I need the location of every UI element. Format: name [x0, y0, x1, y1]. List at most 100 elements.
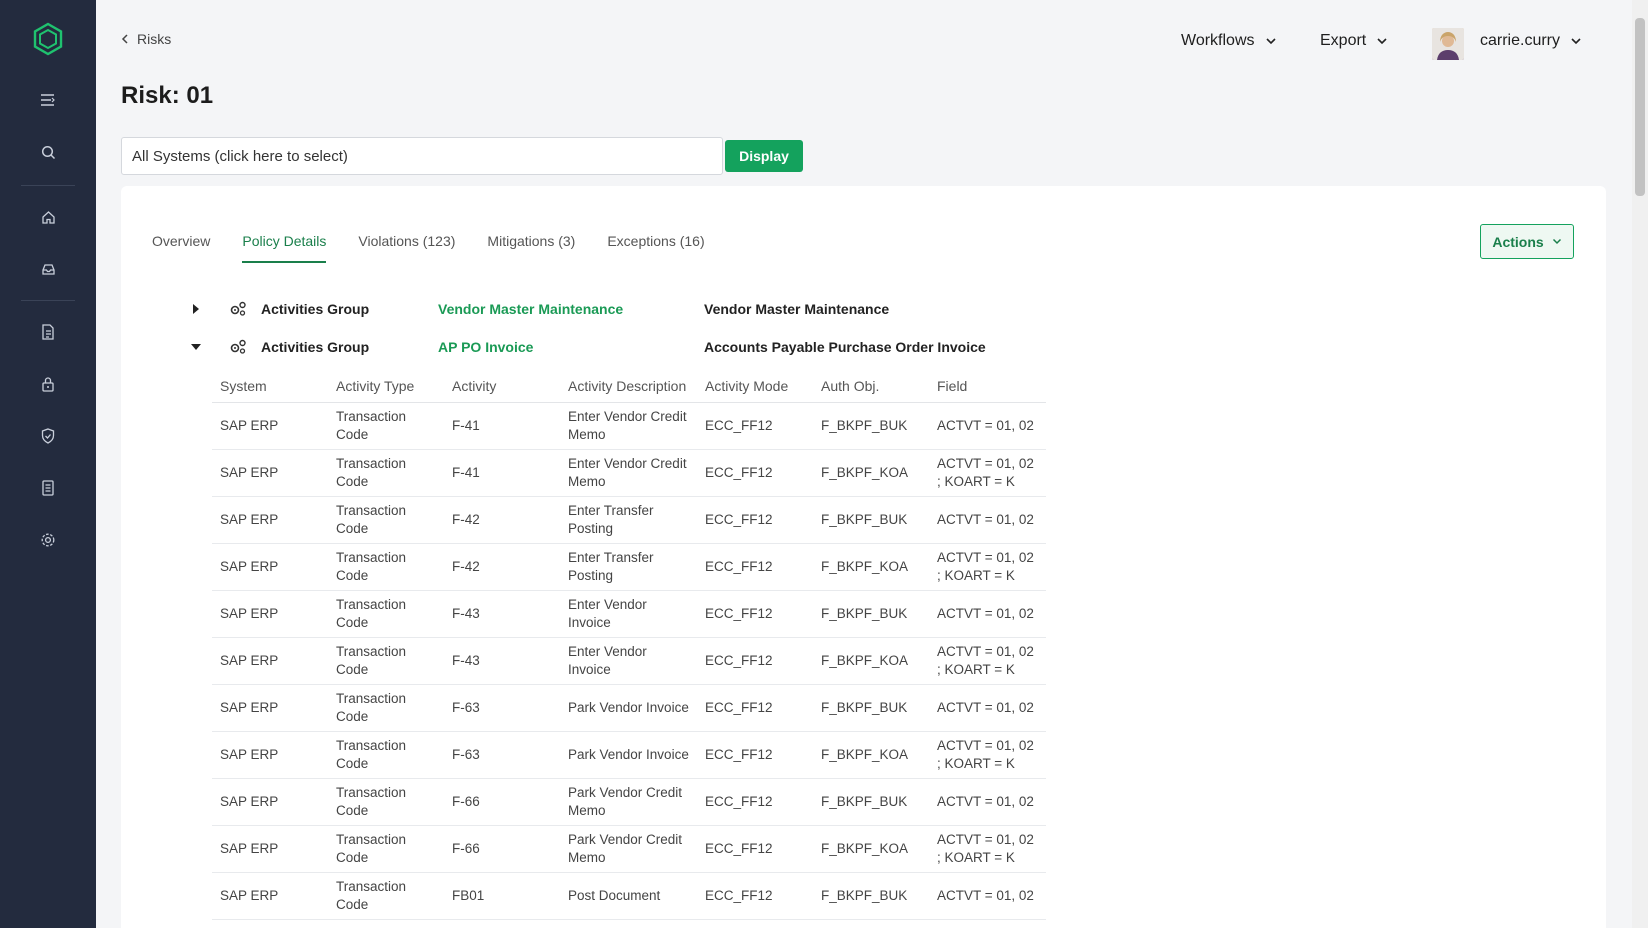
cell-activity: F-66	[444, 778, 560, 826]
tab-mitigations[interactable]: Mitigations (3)	[487, 233, 575, 263]
table-row[interactable]: SAP ERP Transaction Code F-42 Enter Transfe…	[212, 496, 1046, 544]
table-row[interactable]: SAP ERP Transaction Code F-41 Enter Vendor …	[212, 402, 1046, 450]
cell-auth-obj: F_BKPF_BUK	[813, 684, 929, 732]
column-header-activity-mode[interactable]: Activity Mode	[697, 370, 813, 403]
tab-exceptions[interactable]: Exceptions (16)	[607, 233, 704, 263]
cell-activity-description: Enter Vendor Invoice	[560, 637, 697, 685]
actions-label: Actions	[1492, 233, 1544, 250]
group-type: Activities Group	[261, 301, 370, 317]
cell-auth-obj: F_BKPF_BUK	[813, 590, 929, 638]
lock-icon[interactable]	[38, 374, 58, 394]
group-name-link[interactable]: Vendor Master Maintenance	[438, 301, 623, 317]
cell-activity-description: Enter Transfer Posting	[560, 543, 697, 591]
column-header-activity-type[interactable]: Activity Type	[328, 370, 444, 403]
scrollbar[interactable]	[1632, 0, 1648, 928]
group-description: Vendor Master Maintenance	[704, 301, 890, 317]
cell-activity-description: Enter Transfer Posting	[560, 496, 697, 544]
cell-activity: F-43	[444, 637, 560, 685]
table-row[interactable]: SAP ERP Transaction Code F-63 Park Vendor I…	[212, 684, 1046, 732]
content-panel: Overview Policy Details Violations (123)…	[121, 186, 1606, 928]
breadcrumb[interactable]: Risks	[121, 31, 171, 47]
table-row[interactable]: SAP ERP Transaction Code F-66 Park Vendor C…	[212, 778, 1046, 826]
cell-activity-description: Post Document	[560, 872, 697, 920]
cell-activity-mode: ECC_FF12	[697, 543, 813, 591]
cell-field: ACTVT = 01, 02	[929, 590, 1046, 638]
cell-activity: F-63	[444, 731, 560, 779]
cell-auth-obj: F_BKPF_BUK	[813, 496, 929, 544]
caret-down-icon[interactable]	[191, 343, 201, 351]
avatar[interactable]	[1432, 28, 1464, 60]
cell-activity-mode: ECC_FF12	[697, 496, 813, 544]
cell-auth-obj: F_BKPF_BUK	[813, 872, 929, 920]
logo-icon[interactable]	[32, 22, 64, 56]
cell-auth-obj: F_BKPF_KOA	[813, 731, 929, 779]
table-row[interactable]: SAP ERP Transaction Code F-66 Park Vendor C…	[212, 825, 1046, 873]
cell-system: SAP ERP	[212, 449, 328, 497]
cell-field: ACTVT = 01, 02 ; KOART = K	[929, 543, 1046, 591]
cell-auth-obj: F_BKPF_BUK	[813, 402, 929, 450]
chevron-down-icon	[1265, 38, 1276, 45]
activities-table: System Activity Type Activity Activity D…	[212, 370, 1046, 920]
table-row[interactable]: SAP ERP Transaction Code F-42 Enter Transfe…	[212, 543, 1046, 591]
cell-system: SAP ERP	[212, 872, 328, 920]
table-row[interactable]: SAP ERP Transaction Code F-63 Park Vendor I…	[212, 731, 1046, 779]
display-button[interactable]: Display	[725, 140, 803, 172]
inbox-icon[interactable]	[38, 259, 58, 279]
document-icon[interactable]	[38, 322, 58, 342]
group-description: Accounts Payable Purchase Order Invoice	[704, 339, 986, 355]
cell-system: SAP ERP	[212, 402, 328, 450]
cell-field: ACTVT = 01, 02 ; KOART = K	[929, 731, 1046, 779]
cell-field: ACTVT = 01, 02	[929, 496, 1046, 544]
column-header-field[interactable]: Field	[929, 370, 1046, 403]
user-menu[interactable]: carrie.curry	[1480, 32, 1582, 50]
cell-activity-description: Park Vendor Invoice	[560, 731, 697, 779]
table-body: SAP ERP Transaction Code F-41 Enter Vendor …	[212, 402, 1046, 920]
table-row[interactable]: SAP ERP Transaction Code F-41 Enter Vendor …	[212, 449, 1046, 497]
report-icon[interactable]	[38, 478, 58, 498]
tab-violations[interactable]: Violations (123)	[358, 233, 455, 263]
actions-button[interactable]: Actions	[1480, 224, 1574, 259]
cell-activity: F-63	[444, 684, 560, 732]
cell-activity-type: Transaction Code	[328, 449, 444, 497]
table-row[interactable]: SAP ERP Transaction Code F-43 Enter Vendor …	[212, 590, 1046, 638]
group-type: Activities Group	[261, 339, 370, 355]
cell-activity-mode: ECC_FF12	[697, 731, 813, 779]
menu-icon[interactable]	[38, 90, 58, 110]
tab-policy-details[interactable]: Policy Details	[242, 233, 327, 263]
column-header-system[interactable]: System	[212, 370, 328, 403]
workflows-menu[interactable]: Workflows	[1181, 32, 1277, 50]
system-select[interactable]: All Systems (click here to select)	[121, 137, 723, 175]
home-icon[interactable]	[38, 207, 58, 227]
cell-activity: F-41	[444, 402, 560, 450]
shield-icon[interactable]	[38, 426, 58, 446]
cell-activity: F-66	[444, 825, 560, 873]
caret-right-icon[interactable]	[192, 304, 200, 314]
sidebar-divider	[21, 300, 75, 301]
export-menu[interactable]: Export	[1320, 32, 1388, 50]
group-name-link[interactable]: AP PO Invoice	[438, 339, 533, 355]
user-name: carrie.curry	[1480, 32, 1561, 49]
column-header-auth-obj[interactable]: Auth Obj.	[813, 370, 929, 403]
column-header-activity[interactable]: Activity	[444, 370, 560, 403]
table-row[interactable]: SAP ERP Transaction Code F-43 Enter Vendor …	[212, 637, 1046, 685]
cell-auth-obj: F_BKPF_KOA	[813, 637, 929, 685]
workflows-label: Workflows	[1181, 32, 1255, 49]
tab-overview[interactable]: Overview	[152, 233, 210, 263]
cell-activity-mode: ECC_FF12	[697, 778, 813, 826]
table-row[interactable]: SAP ERP Transaction Code FB01 Post Document…	[212, 872, 1046, 920]
column-header-activity-description[interactable]: Activity Description	[560, 370, 697, 403]
sidebar	[0, 0, 96, 928]
search-icon[interactable]	[38, 142, 58, 162]
scrollbar-thumb[interactable]	[1635, 18, 1645, 196]
cell-activity-type: Transaction Code	[328, 496, 444, 544]
sidebar-divider	[21, 185, 75, 186]
cell-activity-description: Enter Vendor Credit Memo	[560, 449, 697, 497]
cell-activity: F-43	[444, 590, 560, 638]
cell-system: SAP ERP	[212, 543, 328, 591]
gear-icon[interactable]	[38, 530, 58, 550]
system-select-value: All Systems (click here to select)	[132, 147, 348, 165]
cell-system: SAP ERP	[212, 496, 328, 544]
cell-field: ACTVT = 01, 02 ; KOART = K	[929, 637, 1046, 685]
cell-field: ACTVT = 01, 02 ; KOART = K	[929, 449, 1046, 497]
cell-activity-mode: ECC_FF12	[697, 684, 813, 732]
